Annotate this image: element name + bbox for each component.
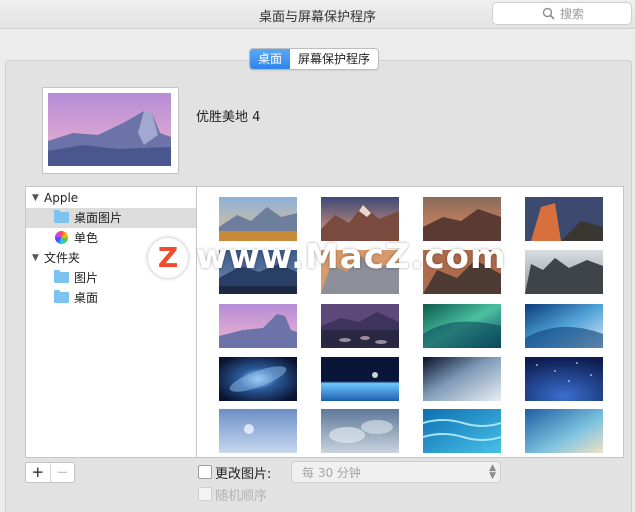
wallpaper-thumbnail[interactable] bbox=[219, 304, 297, 348]
wallpaper-thumbnail[interactable] bbox=[219, 357, 297, 401]
watermark: Z www.MacZ.com bbox=[148, 232, 505, 284]
disclosure-triangle-icon[interactable]: ▼ bbox=[32, 188, 39, 208]
change-picture-label: 更改图片: bbox=[215, 467, 272, 482]
add-folder-button[interactable]: + bbox=[26, 463, 50, 482]
random-order-label: 随机顺序 bbox=[215, 489, 268, 504]
wallpaper-thumbnail[interactable] bbox=[525, 197, 603, 241]
wallpaper-thumbnail[interactable] bbox=[525, 409, 603, 453]
wallpaper-grid bbox=[196, 186, 624, 458]
sidebar-group-apple[interactable]: ▼ Apple bbox=[26, 188, 197, 208]
sidebar-item-desktop[interactable]: 桌面 bbox=[26, 288, 197, 308]
wallpaper-thumbnail[interactable] bbox=[423, 357, 501, 401]
wallpaper-thumbnail[interactable] bbox=[525, 357, 603, 401]
wallpaper-thumbnail[interactable] bbox=[321, 304, 399, 348]
wallpaper-preview-image bbox=[48, 93, 171, 166]
current-wallpaper-preview bbox=[42, 87, 179, 174]
sidebar-item-desktop-pictures[interactable]: 桌面图片 bbox=[26, 208, 197, 228]
search-icon bbox=[542, 7, 555, 20]
folder-icon bbox=[54, 290, 69, 303]
watermark-text: www.MacZ.com bbox=[196, 237, 507, 277]
wallpaper-thumbnail[interactable] bbox=[525, 250, 603, 294]
change-picture-checkbox[interactable] bbox=[198, 465, 212, 479]
disclosure-triangle-icon[interactable]: ▼ bbox=[32, 248, 39, 268]
folder-icon bbox=[54, 270, 69, 283]
folder-icon bbox=[54, 210, 69, 223]
color-wheel-icon bbox=[55, 231, 68, 244]
interval-select[interactable]: 每 30 分钟 ▲ ▼ bbox=[291, 461, 501, 483]
tab-bar: 桌面 屏幕保护程序 bbox=[249, 48, 380, 70]
tab-screensaver[interactable]: 屏幕保护程序 bbox=[290, 49, 378, 69]
wallpaper-thumbnail[interactable] bbox=[525, 304, 603, 348]
wallpaper-thumbnail[interactable] bbox=[423, 409, 501, 453]
interval-value: 每 30 分钟 bbox=[302, 466, 361, 480]
tab-desktop[interactable]: 桌面 bbox=[250, 49, 291, 69]
source-sidebar: ▼ Apple 桌面图片 单色 ▼ 文件夹 图片 桌面 bbox=[25, 186, 197, 458]
chevron-up-down-icon: ▲ ▼ bbox=[489, 463, 496, 481]
search-field[interactable]: 搜索 bbox=[492, 2, 632, 25]
wallpaper-thumbnail[interactable] bbox=[423, 304, 501, 348]
remove-folder-button[interactable]: − bbox=[49, 463, 75, 482]
search-placeholder: 搜索 bbox=[560, 7, 585, 21]
title-bar: 桌面与屏幕保护程序 搜索 bbox=[0, 0, 635, 29]
wallpaper-thumbnail[interactable] bbox=[321, 409, 399, 453]
watermark-logo: Z bbox=[148, 238, 188, 278]
wallpaper-name: 优胜美地 4 bbox=[196, 110, 261, 125]
random-order-checkbox[interactable] bbox=[198, 487, 212, 501]
wallpaper-thumbnail[interactable] bbox=[219, 409, 297, 453]
wallpaper-thumbnail[interactable] bbox=[321, 357, 399, 401]
folder-add-remove-control: + − bbox=[25, 462, 75, 483]
